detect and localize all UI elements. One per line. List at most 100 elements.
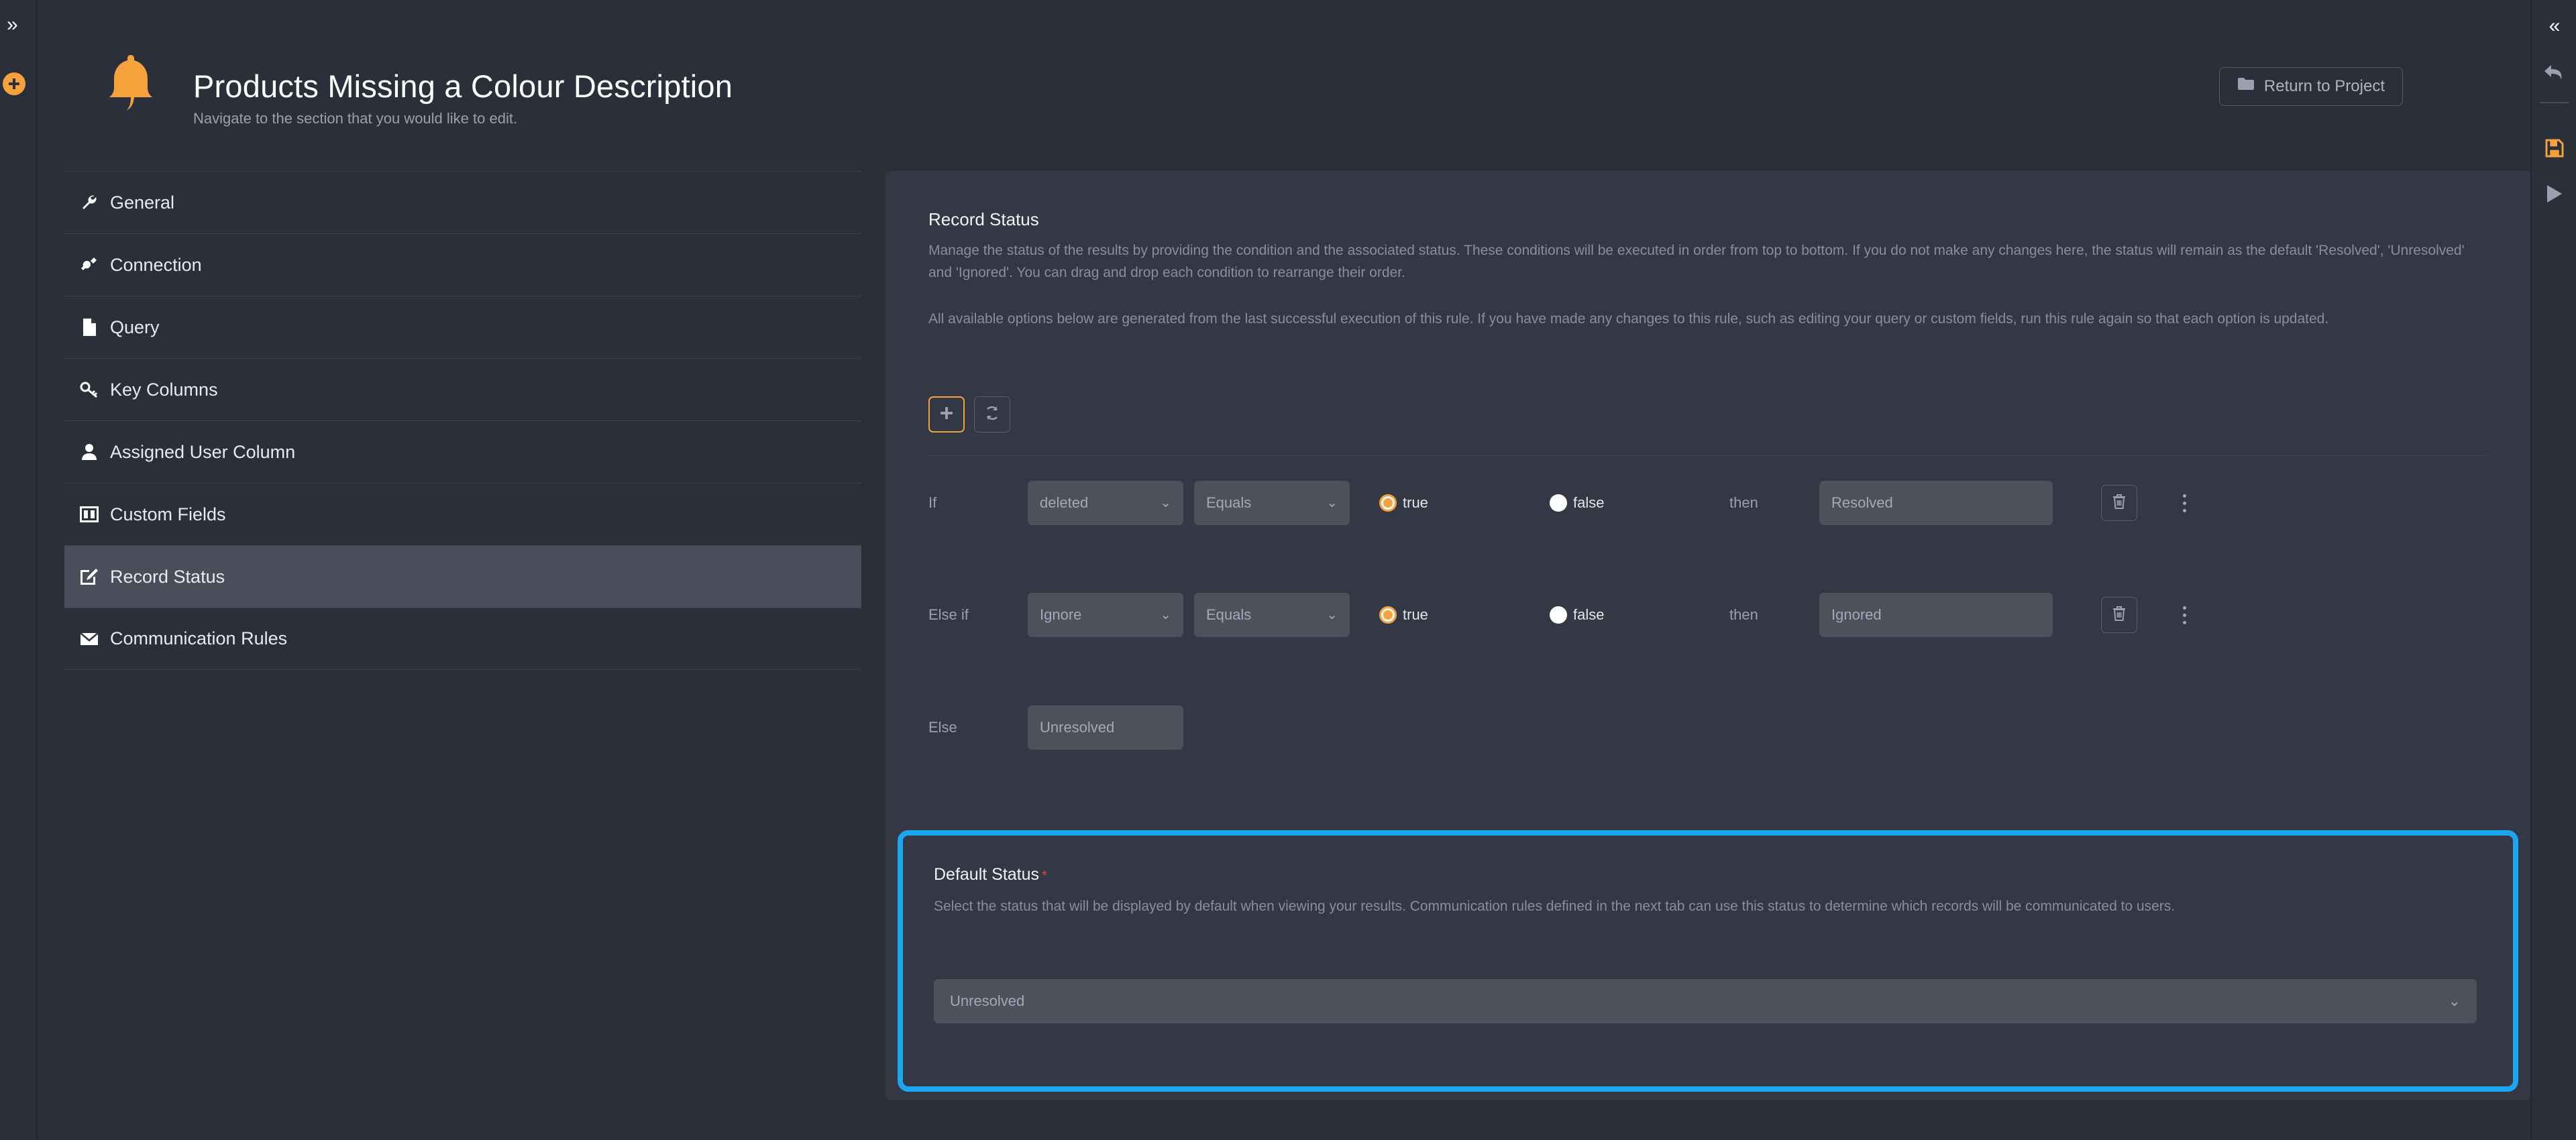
chevron-double-right-icon[interactable]: »: [7, 15, 18, 35]
condition-field-value: Ignore: [1040, 606, 1082, 623]
condition-status-select[interactable]: Ignored: [1819, 593, 2053, 637]
sidebar-item-label: Connection: [110, 254, 202, 275]
columns-icon: [79, 504, 99, 524]
sidebar-item-label: Record Status: [110, 566, 225, 587]
else-prefix: Else: [928, 719, 957, 736]
envelope-icon: [79, 629, 99, 649]
app-root: » « Products Missing a Colour Descriptio…: [0, 0, 2576, 1140]
page-title: Products Missing a Colour Description: [193, 68, 733, 104]
radio-false-label: false: [1573, 606, 1605, 623]
sidebar-item-label: Custom Fields: [110, 504, 226, 524]
condition-then-label: then: [1729, 494, 1758, 511]
condition-menu-button[interactable]: [2174, 488, 2195, 518]
default-status-label: Default Status: [934, 865, 1040, 884]
edit-square-icon: [79, 567, 99, 587]
refresh-options-button[interactable]: [974, 396, 1010, 433]
sidebar-item-assigned-user-column[interactable]: Assigned User Column: [64, 420, 861, 483]
title-block: Products Missing a Colour Description Na…: [193, 70, 733, 127]
condition-operator-value: Equals: [1206, 606, 1252, 623]
condition-operator-select[interactable]: Equals ⌄: [1194, 593, 1350, 637]
sidebar-item-connection[interactable]: Connection: [64, 233, 861, 296]
required-marker: *: [1042, 868, 1047, 883]
kebab-menu-icon: [2182, 501, 2186, 505]
circle-plus-icon[interactable]: [3, 72, 25, 95]
condition-field-value: deleted: [1040, 494, 1089, 511]
else-status-select[interactable]: Unresolved: [1028, 705, 1183, 750]
default-status-title: Default Status *: [934, 865, 1047, 885]
plug-icon: [79, 255, 99, 275]
left-rail: »: [0, 0, 38, 1140]
sidebar-item-label: Query: [110, 317, 160, 337]
section-description-1: Manage the status of the results by prov…: [928, 243, 2465, 280]
condition-radio-false[interactable]: false: [1550, 606, 1604, 624]
condition-status-select[interactable]: Resolved: [1819, 481, 2053, 525]
condition-field-select[interactable]: deleted ⌄: [1028, 481, 1183, 525]
sidebar-item-communication-rules[interactable]: Communication Rules: [64, 608, 861, 670]
file-icon: [79, 317, 99, 337]
refresh-icon: [984, 405, 1000, 424]
trash-icon: [2112, 606, 2127, 625]
chevron-double-left-icon[interactable]: «: [2532, 15, 2576, 38]
condition-operator-select[interactable]: Equals ⌄: [1194, 481, 1350, 525]
sidebar-item-general[interactable]: General: [64, 171, 861, 233]
sidebar-item-record-status[interactable]: Record Status: [64, 545, 861, 608]
return-to-project-label: Return to Project: [2263, 77, 2385, 95]
condition-menu-button[interactable]: [2174, 600, 2195, 630]
radio-dot-icon: [1550, 494, 1567, 512]
sidebar-item-custom-fields[interactable]: Custom Fields: [64, 483, 861, 545]
condition-radio-true[interactable]: true: [1379, 494, 1428, 512]
condition-field-select[interactable]: Ignore ⌄: [1028, 593, 1183, 637]
condition-toolbar: [928, 396, 1010, 433]
right-rail: «: [2530, 0, 2576, 1140]
condition-radio-true[interactable]: true: [1379, 606, 1428, 624]
condition-status-value: Ignored: [1831, 606, 1882, 623]
chevron-down-icon: ⌄: [2448, 992, 2461, 1009]
bell-icon: [105, 52, 157, 116]
undo-arrow-icon[interactable]: [2532, 59, 2576, 86]
kebab-menu-icon: [2182, 494, 2186, 498]
section-title: Record Status: [928, 209, 1039, 229]
chevron-down-icon: ⌄: [1326, 496, 1338, 510]
condition-prefix: If: [928, 494, 937, 511]
condition-then-label: then: [1729, 606, 1758, 623]
add-condition-button[interactable]: [928, 396, 965, 433]
page-subtitle: Navigate to the section that you would l…: [193, 110, 518, 127]
default-status-description: Select the status that will be displayed…: [934, 899, 2176, 914]
panel-divider: [928, 455, 2487, 456]
condition-radio-false[interactable]: false: [1550, 494, 1604, 512]
default-status-section: Default Status * Select the status that w…: [898, 830, 2518, 1092]
delete-condition-button[interactable]: [2101, 485, 2137, 521]
kebab-menu-icon: [2182, 606, 2186, 610]
kebab-menu-icon: [2182, 613, 2186, 617]
condition-status-value: Resolved: [1831, 494, 1893, 511]
delete-condition-button[interactable]: [2101, 597, 2137, 633]
sidebar-item-key-columns[interactable]: Key Columns: [64, 358, 861, 420]
sidebar-item-label: General: [110, 192, 175, 213]
page-header: Products Missing a Colour Description Na…: [38, 0, 2530, 166]
user-icon: [79, 442, 99, 462]
rail-divider: [2540, 102, 2569, 103]
radio-dot-selected-icon: [1379, 606, 1397, 624]
chevron-down-icon: ⌄: [1160, 608, 1171, 622]
settings-nav-list: General Connection Query Key Columns Ass…: [64, 171, 861, 670]
else-status-value: Unresolved: [1040, 719, 1115, 736]
floppy-save-icon[interactable]: [2532, 134, 2576, 162]
radio-dot-selected-icon: [1379, 494, 1397, 512]
default-status-select[interactable]: Unresolved ⌄: [934, 979, 2477, 1023]
radio-false-label: false: [1573, 494, 1605, 511]
kebab-menu-icon: [2182, 620, 2186, 624]
radio-true-label: true: [1403, 606, 1428, 623]
folder-icon: [2237, 77, 2255, 96]
wrench-icon: [79, 192, 99, 213]
play-triangle-icon[interactable]: [2532, 180, 2576, 208]
condition-row: If deleted ⌄ Equals ⌄ true false then Re…: [885, 473, 2530, 533]
return-to-project-button[interactable]: Return to Project: [2218, 67, 2403, 106]
sidebar-item-query[interactable]: Query: [64, 296, 861, 358]
condition-prefix: Else if: [928, 606, 969, 623]
plus-icon: [939, 406, 954, 424]
key-icon: [79, 380, 99, 400]
sidebar-item-label: Assigned User Column: [110, 441, 296, 462]
condition-row: Else if Ignore ⌄ Equals ⌄ true false the…: [885, 585, 2530, 645]
radio-dot-icon: [1550, 606, 1567, 624]
section-description-2: All available options below are generate…: [928, 311, 2329, 327]
